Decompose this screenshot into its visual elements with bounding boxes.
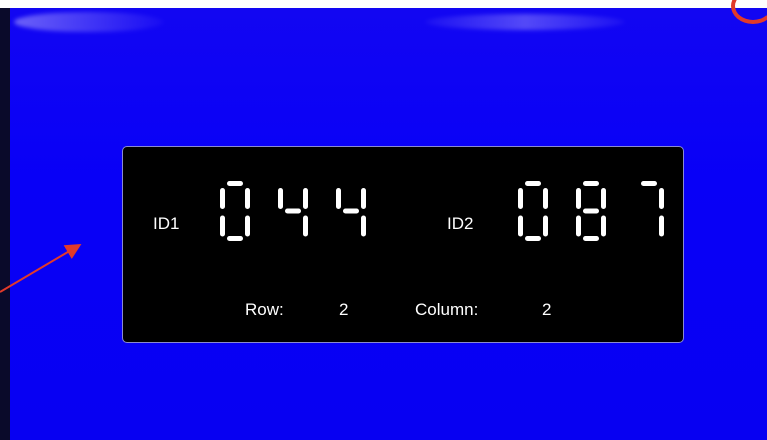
screen-glare — [425, 14, 625, 30]
monitor-bezel — [0, 8, 10, 440]
segment-c — [601, 215, 606, 237]
segment-b — [601, 188, 606, 209]
segment-c — [543, 215, 548, 237]
segment-f — [220, 188, 225, 209]
segment-a — [525, 181, 541, 186]
id2-seven-segment-display — [518, 180, 668, 242]
screen-glare — [14, 12, 164, 32]
row-label: Row: — [245, 300, 284, 319]
row-value: 2 — [339, 300, 349, 319]
segment-b — [361, 188, 366, 209]
segment-digit — [576, 181, 606, 241]
segment-d — [583, 236, 599, 241]
segment-c — [361, 215, 366, 237]
segment-e — [518, 215, 523, 237]
segment-g — [285, 208, 301, 214]
id-panel: ID1 ID2 Row: 2 Column: 2 — [122, 146, 684, 343]
segment-c — [659, 215, 664, 237]
seven-segment-digits — [518, 181, 664, 241]
segment-d — [227, 236, 243, 241]
id1-seven-segment-display — [220, 180, 370, 242]
segment-a — [227, 181, 243, 186]
seven-segment-digits — [220, 181, 366, 241]
segment-g — [343, 208, 359, 214]
segment-c — [303, 215, 308, 237]
segment-e — [576, 215, 581, 237]
segment-e — [220, 215, 225, 237]
circle-mark-icon — [731, 0, 767, 24]
segment-c — [245, 215, 250, 237]
segment-f — [518, 188, 523, 209]
segment-a — [641, 181, 657, 186]
segment-f — [336, 188, 341, 209]
segment-g — [583, 208, 599, 214]
segment-a — [583, 181, 599, 186]
segment-b — [245, 188, 250, 209]
segment-f — [278, 188, 283, 209]
segment-digit — [641, 181, 664, 237]
segment-f — [576, 188, 581, 209]
segment-b — [303, 188, 308, 209]
segment-b — [659, 188, 664, 209]
column-value: 2 — [542, 300, 552, 319]
display-area: ID1 ID2 Row: 2 Column: 2 — [10, 0, 767, 440]
segment-digit — [336, 188, 366, 237]
segment-digit — [278, 188, 308, 237]
id1-label: ID1 — [153, 214, 180, 233]
segment-b — [543, 188, 548, 209]
id2-label: ID2 — [447, 214, 474, 233]
segment-digit — [518, 181, 548, 241]
column-label: Column: — [415, 300, 479, 319]
screen: ID1 ID2 Row: 2 Column: 2 — [0, 0, 767, 440]
segment-d — [525, 236, 541, 241]
segment-digit — [220, 181, 250, 241]
